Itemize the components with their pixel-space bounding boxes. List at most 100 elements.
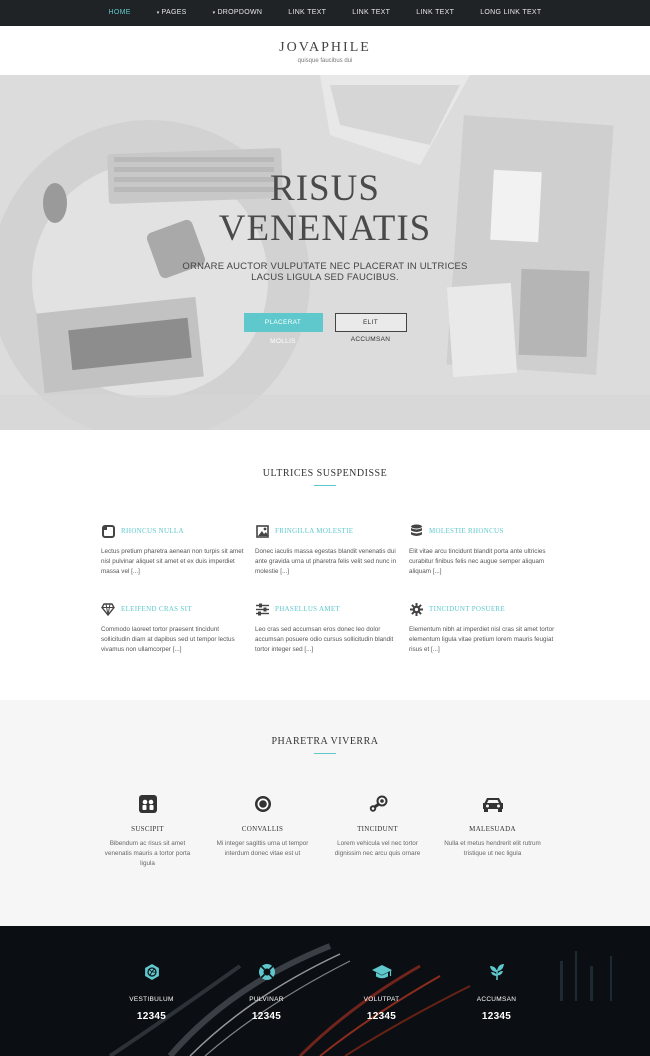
stat-item: ACCUMSAN 12345 xyxy=(439,962,554,1022)
feature-item: PHASELLUS AMET Leo cras sed accumsan ero… xyxy=(255,601,409,655)
stat-item: PULVINAR 12345 xyxy=(209,962,324,1022)
hero-title-line-2: VENENATIS xyxy=(218,208,432,249)
feature-title[interactable]: TINCIDUNT POSUERE xyxy=(429,605,505,613)
service-item: TINCIDUNT Lorem vehicula vel nec tortor … xyxy=(320,794,435,869)
hero-content: RISUS VENENATIS ORNARE AUCTOR VULPUTATE N… xyxy=(0,169,650,346)
service-text: Lorem vehicula vel nec tortor dignissim … xyxy=(334,840,421,857)
feature-header: RHONCUS NULLA xyxy=(101,523,255,539)
stat-value: 12345 xyxy=(481,1011,512,1022)
nav-item-label: LINK TEXT xyxy=(288,9,327,16)
site-tagline: quisque faucibus dui xyxy=(297,58,353,64)
feature-title[interactable]: ELEIFEND CRAS SIT xyxy=(121,605,192,613)
feature-item: FRINGILLA MOLESTIE Donec iaculis massa e… xyxy=(255,523,409,577)
top-navigation: HOME ▾ PAGES ▾ DROPDOWN LINK TEXT LINK TEX… xyxy=(0,0,650,26)
hero-title-line-1: RISUS xyxy=(270,168,380,209)
feature-grid: RHONCUS NULLA Lectus pretium pharetra ae… xyxy=(101,523,563,655)
hero-title: RISUS VENENATIS xyxy=(0,169,650,249)
stats-grid: VESTIBULUM 12345 PULVINAR 12345 VOLUTPAT… xyxy=(94,962,554,1022)
nav-item-pages[interactable]: ▾ PAGES xyxy=(144,0,200,26)
chevron-down-icon: ▾ xyxy=(212,10,216,16)
service-grid: SUSCIPIT Bibendum ac risus sit amet vene… xyxy=(90,794,550,869)
stats-section: VESTIBULUM 12345 PULVINAR 12345 VOLUTPAT… xyxy=(0,926,650,1056)
nav-item-label: LINK TEXT xyxy=(416,9,455,16)
feature-title[interactable]: PHASELLUS AMET xyxy=(275,605,340,613)
square-icon xyxy=(101,524,115,538)
chevron-down-icon: ▾ xyxy=(156,10,160,16)
features-section: ULTRICES SUSPENDISSE RHONCUS NULLA Lectu… xyxy=(0,430,650,700)
feature-header: MOLESTIE RHONCUS xyxy=(409,523,563,539)
feature-text: Lectus pretium pharetra aenean non turpi… xyxy=(101,548,244,575)
graduation-cap-icon xyxy=(324,962,439,982)
elit-accumsan-button[interactable]: ELIT ACCUMSAN xyxy=(334,313,407,343)
nav-item-home[interactable]: HOME xyxy=(96,0,144,26)
service-text: Bibendum ac risus sit amet venenatis mau… xyxy=(104,840,191,867)
stat-label: VESTIBULUM xyxy=(129,996,174,1003)
nav-item-link-text-1[interactable]: LINK TEXT xyxy=(275,0,339,26)
feature-header: FRINGILLA MOLESTIE xyxy=(255,523,409,539)
nav-item-label: PAGES xyxy=(161,9,187,16)
stat-item: VOLUTPAT 12345 xyxy=(324,962,439,1022)
slideshare-icon xyxy=(90,794,205,814)
feature-text: Donec iaculis massa egestas blandit vene… xyxy=(255,548,397,575)
stat-label: PULVINAR xyxy=(249,996,284,1003)
hero-buttons: PLACERAT MOLLIS ELIT ACCUMSAN xyxy=(0,313,650,345)
service-title: CONVALLIS xyxy=(241,825,284,833)
service-text: Nulla et metus hendrerit elit rutrum tri… xyxy=(444,840,541,857)
feature-text: Elementum nibh at imperdiet nisl cras si… xyxy=(409,626,555,653)
nav-item-dropdown[interactable]: ▾ DROPDOWN xyxy=(200,0,276,26)
feature-item: MOLESTIE RHONCUS Elit vitae arcu tincidu… xyxy=(409,523,563,577)
site-logo[interactable]: JOVAPHILE xyxy=(0,40,650,56)
service-title: SUSCIPIT xyxy=(131,825,164,833)
nav-item-label: LINK TEXT xyxy=(352,9,391,16)
stat-value: 12345 xyxy=(366,1011,397,1022)
service-title: TINCIDUNT xyxy=(357,825,398,833)
feature-text: Commodo laoreet tortor praesent tincidun… xyxy=(101,626,235,653)
dribbble-icon xyxy=(94,962,209,982)
placerat-mollis-button[interactable]: PLACERAT MOLLIS xyxy=(243,313,323,345)
service-item: MALESUADA Nulla et metus hendrerit elit … xyxy=(435,794,550,869)
title-divider xyxy=(314,485,336,486)
database-icon xyxy=(409,524,423,538)
nav-item-label: DROPDOWN xyxy=(217,9,263,16)
sliders-icon xyxy=(255,602,269,616)
feature-header: ELEIFEND CRAS SIT xyxy=(101,601,255,617)
nav-item-link-text-2[interactable]: LINK TEXT xyxy=(339,0,403,26)
stat-label: ACCUMSAN xyxy=(476,996,517,1003)
stat-value: 12345 xyxy=(251,1011,282,1022)
hero-banner: RISUS VENENATIS ORNARE AUCTOR VULPUTATE N… xyxy=(0,75,650,430)
feature-item: RHONCUS NULLA Lectus pretium pharetra ae… xyxy=(101,523,255,577)
title-divider xyxy=(314,753,336,754)
car-icon xyxy=(435,794,550,814)
service-item: SUSCIPIT Bibendum ac risus sit amet vene… xyxy=(90,794,205,869)
record-icon xyxy=(205,794,320,814)
site-header: JOVAPHILE quisque faucibus dui xyxy=(0,26,650,75)
steam-icon xyxy=(320,794,435,814)
hero-subtitle: ORNARE AUCTOR VULPUTATE NEC PLACERAT IN … xyxy=(182,261,468,283)
feature-text: Elit vitae arcu tincidunt blandit porta … xyxy=(409,548,546,575)
services-section: PHARETRA VIVERRA SUSCIPIT Bibendum ac ri… xyxy=(0,700,650,926)
nav-item-link-text-3[interactable]: LINK TEXT xyxy=(403,0,467,26)
leaf-icon xyxy=(439,962,554,982)
stat-value: 12345 xyxy=(136,1011,167,1022)
gear-icon xyxy=(409,602,423,616)
image-icon xyxy=(255,524,269,538)
feature-title[interactable]: FRINGILLA MOLESTIE xyxy=(275,527,353,535)
service-title: MALESUADA xyxy=(469,825,516,833)
feature-header: TINCIDUNT POSUERE xyxy=(409,601,563,617)
nav-item-label: LONG LINK TEXT xyxy=(480,9,542,16)
section-title: PHARETRA VIVERRA xyxy=(271,736,379,747)
feature-item: TINCIDUNT POSUERE Elementum nibh at impe… xyxy=(409,601,563,655)
lifebuoy-icon xyxy=(209,962,324,982)
feature-title[interactable]: MOLESTIE RHONCUS xyxy=(429,527,504,535)
feature-title[interactable]: RHONCUS NULLA xyxy=(121,527,184,535)
feature-text: Leo cras sed accumsan eros donec leo dol… xyxy=(255,626,394,653)
diamond-icon xyxy=(101,602,115,616)
feature-header: PHASELLUS AMET xyxy=(255,601,409,617)
service-text: Mi integer sagittis urna ut tempor inter… xyxy=(216,840,309,857)
stat-label: VOLUTPAT xyxy=(363,996,400,1003)
feature-item: ELEIFEND CRAS SIT Commodo laoreet tortor… xyxy=(101,601,255,655)
stat-item: VESTIBULUM 12345 xyxy=(94,962,209,1022)
service-item: CONVALLIS Mi integer sagittis urna ut te… xyxy=(205,794,320,869)
nav-item-long-link-text[interactable]: LONG LINK TEXT xyxy=(467,0,554,26)
section-title: ULTRICES SUSPENDISSE xyxy=(262,468,388,479)
